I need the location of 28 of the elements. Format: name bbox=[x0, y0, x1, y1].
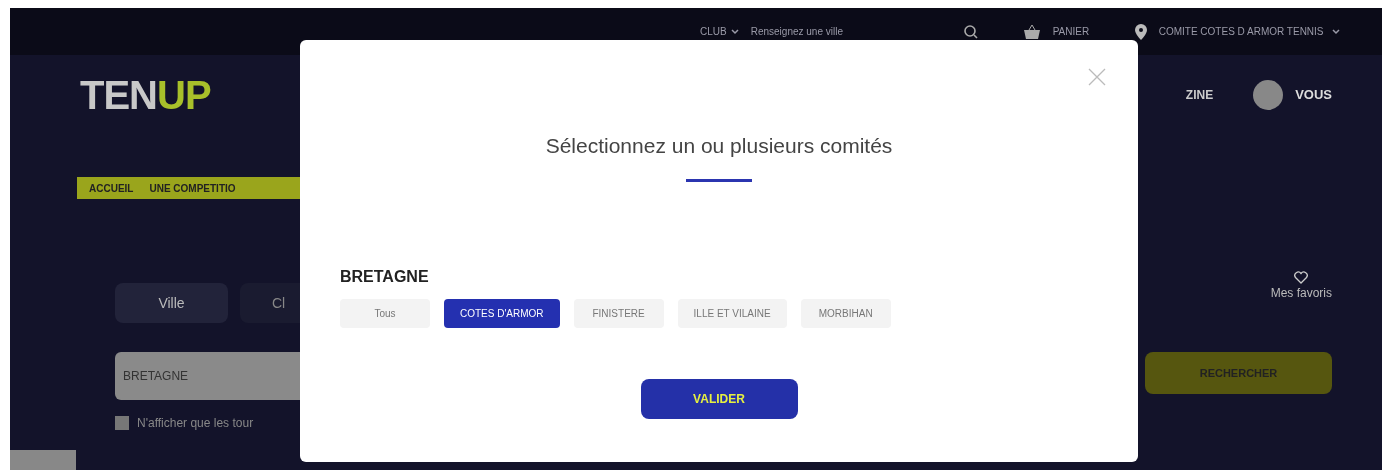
chevron-icon bbox=[1331, 28, 1340, 35]
search-tab[interactable]: Ville bbox=[115, 283, 228, 323]
tenup-logo[interactable]: TENUP bbox=[80, 75, 211, 115]
footer-panel bbox=[10, 450, 76, 470]
search-icon[interactable] bbox=[962, 23, 979, 40]
city-field[interactable]: Renseignez une ville bbox=[750, 24, 951, 39]
heart-icon[interactable] bbox=[1294, 271, 1309, 284]
avatar-icon bbox=[1253, 80, 1284, 110]
committee-chip[interactable]: Tous bbox=[340, 298, 430, 328]
committee-selector[interactable]: COMITE COTES D ARMOR TENNIS bbox=[1158, 24, 1340, 39]
checkbox[interactable] bbox=[115, 416, 129, 430]
committee-chip[interactable]: MORBIHAN bbox=[800, 298, 891, 328]
chevron-icon bbox=[730, 28, 739, 35]
breadcrumb-link[interactable]: UNE COMPETITIO bbox=[149, 180, 236, 196]
committee-chip[interactable]: ILLE ET VILAINE bbox=[677, 298, 787, 328]
account-link[interactable]: VOUS bbox=[1295, 85, 1332, 105]
validate-button[interactable]: VALIDER bbox=[640, 378, 798, 419]
basket-label[interactable]: PANIER bbox=[1052, 24, 1123, 39]
breadcrumb-link[interactable]: ACCUEIL bbox=[89, 180, 134, 196]
committee-chip[interactable]: COTES D'ARMOR bbox=[444, 298, 560, 328]
committee-chip[interactable]: FINISTERE bbox=[573, 298, 664, 328]
nav-link[interactable]: ZINE bbox=[1185, 86, 1214, 104]
dialog-title: Sélectionnez un ou plusieurs comités bbox=[545, 133, 893, 159]
favorites-link[interactable]: Mes favoris bbox=[1270, 284, 1332, 302]
club-selector[interactable]: CLUB bbox=[700, 24, 739, 39]
basket-icon[interactable] bbox=[1022, 23, 1041, 40]
checkbox-label: N'afficher que les tour bbox=[137, 415, 254, 432]
location-pin-icon bbox=[1134, 23, 1147, 40]
